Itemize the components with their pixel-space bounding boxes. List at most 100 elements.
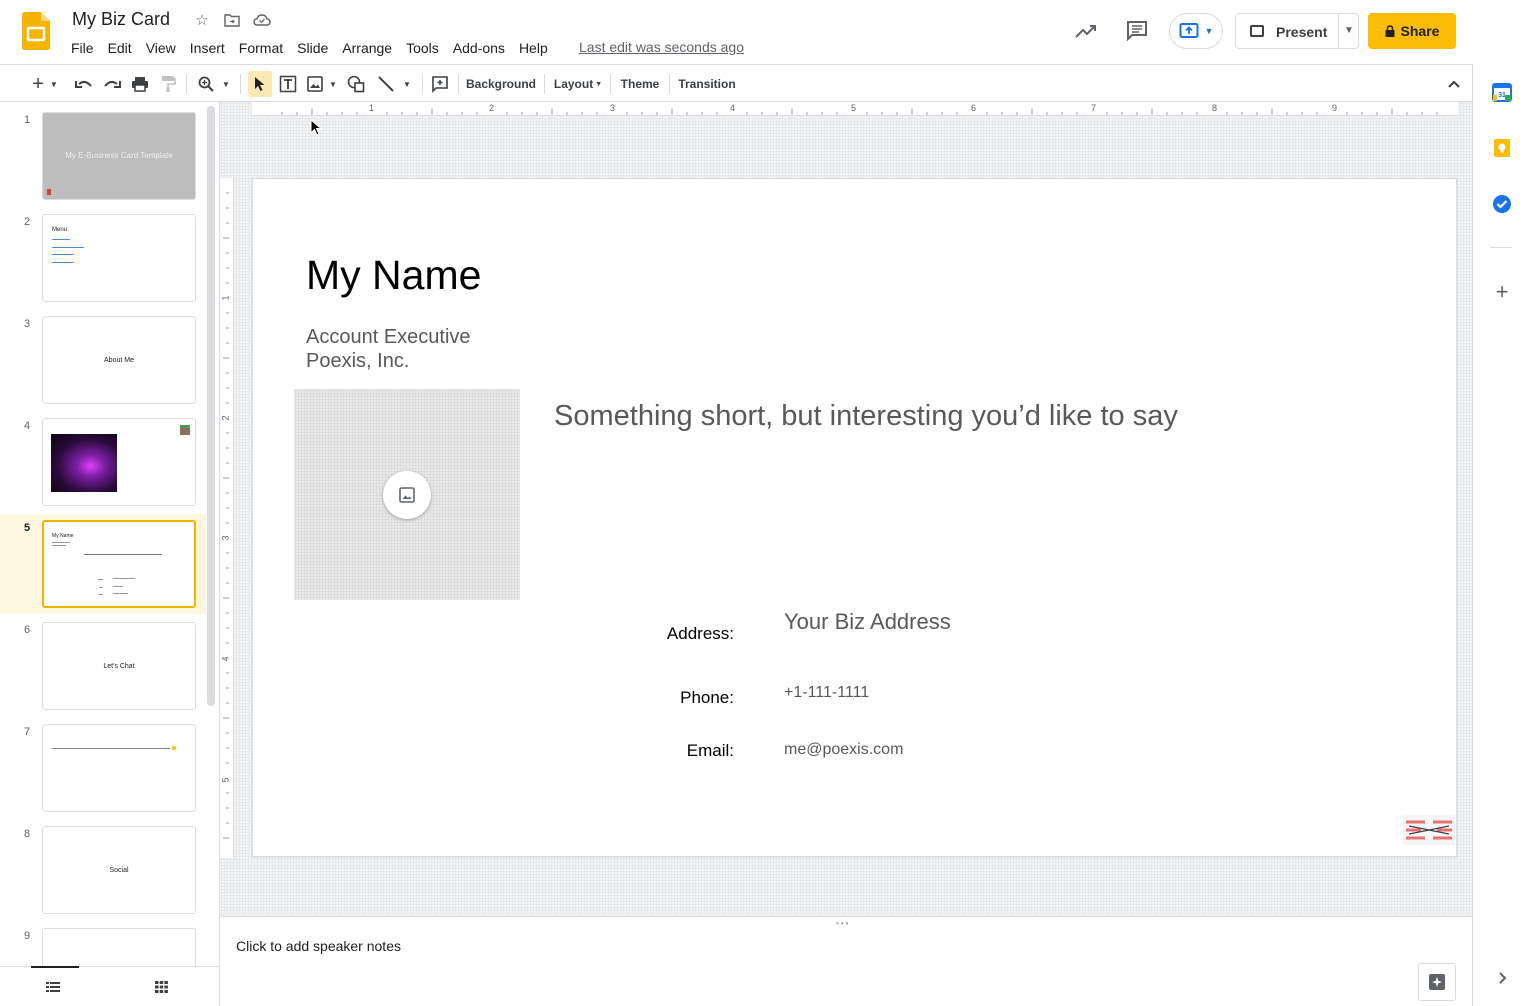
svg-text:31: 31 [1498, 92, 1506, 99]
collapse-toolbar-icon[interactable] [1442, 71, 1466, 97]
speaker-notes-placeholder[interactable]: Click to add speaker notes [236, 938, 401, 954]
print-icon[interactable] [128, 71, 152, 97]
slide-thumbnail-1[interactable]: 1 My E-Business Card Template [0, 106, 206, 206]
building-icon [180, 425, 190, 435]
slide-role-line-2: Poexis, Inc. [306, 350, 410, 372]
meet-present-button[interactable]: ▼ [1169, 13, 1223, 49]
ruler-label: 3 [220, 535, 231, 541]
slide-thumbnail-2[interactable]: 2 Menu [0, 208, 206, 308]
move-folder-icon[interactable] [222, 10, 242, 30]
background-button[interactable]: Background [462, 71, 540, 97]
menu-arrange[interactable]: Arrange [335, 38, 399, 58]
explore-button[interactable] [1418, 963, 1456, 1001]
menu-format[interactable]: Format [232, 38, 290, 58]
ruler-label: 5 [220, 777, 231, 783]
speaker-notes[interactable]: ••• Click to add speaker notes [220, 916, 1472, 1006]
slide-thumbnail-6[interactable]: 6 Let's Chat [0, 616, 206, 716]
phone-label[interactable]: Phone: [614, 688, 734, 708]
galaxy-image [51, 434, 117, 492]
grid-view-icon[interactable] [155, 981, 168, 993]
slide-thumbnail-3[interactable]: 3 About Me [0, 310, 206, 410]
last-edit-link[interactable]: Last edit was seconds ago [579, 39, 744, 55]
menu-file[interactable]: File [64, 38, 101, 58]
ruler-label: 6 [971, 103, 977, 113]
slide-role-text[interactable]: Account Executive Poexis, Inc. [306, 325, 471, 373]
menu-tools[interactable]: Tools [399, 38, 446, 58]
menu-help[interactable]: Help [512, 38, 555, 58]
menu-addons[interactable]: Add-ons [446, 38, 512, 58]
insert-image-button[interactable]: ▼ [304, 71, 340, 97]
menu-view[interactable]: View [139, 38, 183, 58]
share-button[interactable]: Share [1368, 13, 1456, 49]
redo-icon[interactable] [100, 71, 124, 97]
filmstrip-view-icon[interactable] [46, 981, 60, 993]
comment-history-icon[interactable] [1126, 20, 1148, 42]
cloud-saved-icon[interactable] [252, 10, 272, 30]
present-to-meeting-icon [1179, 23, 1199, 38]
add-comment-icon[interactable] [428, 71, 452, 97]
share-label: Share [1400, 23, 1440, 39]
notes-resize-handle[interactable]: ••• [836, 919, 850, 928]
paint-format-icon[interactable] [156, 71, 180, 97]
slide-thumbnail-8[interactable]: 8 Social [0, 820, 206, 920]
layout-button[interactable]: Layout ▼ [550, 71, 606, 97]
phone-value[interactable]: +1-111-1111 [784, 684, 869, 702]
keep-icon[interactable] [1492, 138, 1512, 158]
address-value[interactable]: Your Biz Address [784, 609, 951, 635]
new-slide-button[interactable]: + ▼ [26, 71, 64, 97]
document-title[interactable]: My Biz Card [72, 9, 170, 30]
menu-slide[interactable]: Slide [290, 38, 335, 58]
mouse-cursor-icon [310, 119, 322, 136]
star-icon[interactable]: ☆ [192, 10, 212, 30]
zoom-button[interactable]: ▼ [194, 71, 234, 97]
toolbar: + ▼ ▼ ▼ ▼ Background Layout ▼ Theme Tran… [0, 64, 1472, 102]
menu-edit[interactable]: Edit [101, 38, 139, 58]
slide-2-title: Menu [52, 227, 68, 233]
present-options-caret-icon[interactable]: ▼ [1344, 25, 1354, 36]
caret-down-icon: ▼ [403, 79, 411, 89]
text-box-icon[interactable] [276, 71, 300, 97]
get-addons-plus-icon[interactable]: + [1492, 281, 1512, 303]
ruler-label: 8 [1212, 103, 1218, 113]
email-label[interactable]: Email: [614, 741, 734, 761]
expand-side-panel-icon[interactable] [1492, 968, 1512, 988]
slides-logo-icon[interactable] [22, 12, 50, 50]
ruler-label: 7 [1091, 103, 1097, 113]
transition-button[interactable]: Transition [674, 71, 740, 97]
present-button[interactable]: Present ▼ [1235, 13, 1359, 49]
horizontal-ruler[interactable]: 1 2 3 4 5 6 7 8 9 [252, 102, 1458, 116]
slide-thumbnail-9[interactable]: 9 [0, 922, 206, 966]
slide-name-title[interactable]: My Name [306, 252, 481, 299]
theme-button[interactable]: Theme [616, 71, 664, 97]
insert-image-placeholder-button[interactable] [383, 471, 431, 519]
tasks-icon[interactable] [1492, 194, 1512, 214]
slide-tagline[interactable]: Something short, but interesting you’d l… [554, 400, 1178, 433]
poexis-logo[interactable] [1403, 815, 1455, 845]
slide-8-title: Social [109, 867, 129, 874]
address-label[interactable]: Address: [614, 624, 734, 644]
layout-label: Layout [553, 77, 594, 91]
title-bar: My Biz Card ☆ File Edit View Insert Form… [0, 0, 1528, 64]
shape-icon[interactable] [344, 71, 368, 97]
image-placeholder[interactable] [294, 389, 520, 600]
slide-thumbnail-4[interactable]: 4 [0, 412, 206, 512]
calendar-icon[interactable]: 31 [1492, 82, 1512, 102]
slide-thumbnail-7[interactable]: 7 [0, 718, 206, 818]
plus-icon: + [32, 72, 44, 95]
slide-3-title: About Me [104, 357, 134, 364]
line-tool-button[interactable]: ▼ [372, 71, 416, 97]
present-label: Present [1276, 24, 1328, 40]
slide-6-title: Let's Chat [103, 663, 135, 670]
filmstrip-scrollbar[interactable] [207, 106, 215, 706]
select-tool-icon[interactable] [248, 71, 272, 97]
vertical-ruler[interactable]: 1 2 3 4 5 [220, 178, 234, 858]
slide-thumbnail-5[interactable]: 5 My Name [0, 514, 206, 614]
filmstrip-view-toggle [0, 966, 220, 1006]
caret-down-icon: ▼ [222, 79, 230, 89]
activity-dashboard-icon[interactable] [1074, 20, 1098, 42]
current-slide[interactable]: My Name Account Executive Poexis, Inc. S… [252, 178, 1457, 857]
slide-filmstrip: 1 My E-Business Card Template 2 Menu 3 A… [0, 102, 220, 966]
undo-icon[interactable] [72, 71, 96, 97]
menu-insert[interactable]: Insert [183, 38, 232, 58]
email-value[interactable]: me@poexis.com [784, 741, 903, 759]
